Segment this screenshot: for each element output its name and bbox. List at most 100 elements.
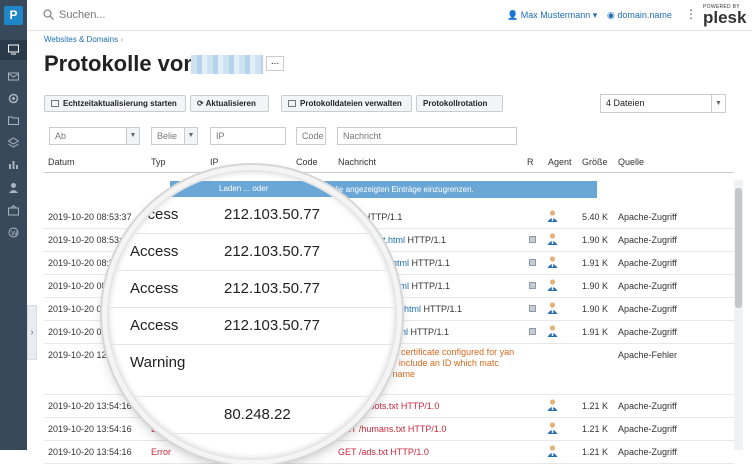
row-r-icon[interactable]	[529, 304, 536, 314]
lens-type: Access	[130, 243, 179, 260]
magnifier-lens: Laden ... oder Access 212.103.50.77 Access…	[107, 170, 397, 460]
agent-icon[interactable]	[547, 279, 558, 293]
row-source: Apache-Fehler	[618, 350, 678, 360]
agent-icon[interactable]	[547, 325, 558, 339]
filter-from[interactable]: Ab ▼	[49, 127, 140, 145]
row-type: Error	[151, 447, 171, 457]
extensions-icon[interactable]	[8, 203, 19, 216]
user-icon[interactable]	[8, 180, 19, 193]
request-protocol: HTTP/1.1	[408, 327, 450, 337]
agent-icon[interactable]	[547, 256, 558, 270]
mail-icon[interactable]	[8, 69, 19, 81]
request-protocol: HTTP/1.1	[421, 304, 463, 314]
redacted-domain	[191, 55, 263, 74]
globe-icon: ◉	[607, 10, 618, 20]
request-link[interactable]: /ads.txt	[359, 447, 388, 457]
table-row[interactable]: 2019-10-20 13:54:16Error80.248.22406GET …	[44, 441, 734, 464]
agent-icon[interactable]	[547, 233, 558, 247]
row-source: Apache-Zugriff	[618, 447, 677, 457]
row-date: 2019-10-20 13:54:16	[48, 447, 132, 457]
row-size: 1.91 K	[582, 327, 609, 337]
row-source: Apache-Zugriff	[618, 424, 677, 434]
row-r-icon[interactable]	[529, 258, 536, 268]
lens-ip: 212.103.50.77	[224, 280, 320, 297]
request-protocol: HTTP/1.1	[409, 281, 451, 291]
lens-row: Access 212.103.50.77	[109, 308, 395, 345]
row-size: 1.21 K	[582, 401, 609, 411]
row-source: Apache-Zugriff	[618, 258, 677, 268]
plesk-logo[interactable]: P	[4, 6, 23, 25]
col-ip[interactable]: IP	[210, 157, 219, 167]
search-input[interactable]: Suchen...	[59, 9, 105, 21]
col-type[interactable]: Typ	[151, 157, 166, 167]
more-menu-icon[interactable]: ⋮	[685, 7, 697, 21]
wordpress-icon[interactable]: W	[8, 225, 19, 238]
left-sidebar: P W	[0, 0, 27, 450]
row-size: 1.90 K	[582, 281, 609, 291]
request-protocol: HTTP/1.0	[405, 424, 447, 434]
col-source[interactable]: Quelle	[618, 157, 644, 167]
header-divider	[44, 172, 734, 173]
manage-logs-button[interactable]: Protokolldateien verwalten	[281, 95, 412, 112]
breadcrumb[interactable]: Websites & Domains ›	[44, 35, 123, 44]
agent-icon[interactable]	[547, 422, 558, 436]
filter-code[interactable]: Code	[296, 127, 326, 145]
col-size[interactable]: Größe	[582, 157, 608, 167]
request-protocol: HTTP/1.0	[398, 401, 440, 411]
lens-row: Access 212.103.50.77	[109, 271, 395, 308]
realtime-button[interactable]: Echtzeitaktualisierung starten	[44, 95, 186, 112]
agent-icon[interactable]	[547, 210, 558, 224]
col-message[interactable]: Nachricht	[338, 157, 376, 167]
top-bar: Suchen... 👤 Max Mustermann ▾ ◉ domain.na…	[27, 0, 752, 31]
scrollbar[interactable]	[734, 180, 743, 450]
row-source: Apache-Zugriff	[618, 304, 677, 314]
gear-icon[interactable]	[8, 91, 19, 104]
row-size: 1.90 K	[582, 235, 609, 245]
col-code[interactable]: Code	[296, 157, 318, 167]
agent-icon[interactable]	[547, 302, 558, 316]
lens-type: Access	[130, 280, 179, 297]
websites-icon[interactable]	[0, 40, 27, 60]
row-size: 1.21 K	[582, 424, 609, 434]
row-message: GET /ads.txt HTTP/1.0	[338, 447, 429, 457]
chevron-down-icon: ▼	[126, 128, 139, 144]
lens-ip: 212.103.50.77	[224, 317, 320, 334]
layers-icon[interactable]	[7, 135, 20, 148]
log-rotation-button[interactable]: Protokollrotation	[416, 95, 503, 112]
domain-menu[interactable]: ◉ domain.name	[607, 10, 672, 21]
filter-ip[interactable]: IP	[210, 127, 286, 145]
scrollbar-thumb[interactable]	[735, 188, 742, 308]
lens-banner: Laden ... oder	[109, 181, 395, 197]
agent-icon[interactable]	[547, 445, 558, 459]
lens-row: Access 212.103.50.77	[109, 197, 395, 234]
sidebar-expand-handle[interactable]: ›	[27, 305, 37, 360]
chevron-down-icon: ▼	[711, 95, 725, 112]
row-r-icon[interactable]	[529, 327, 536, 337]
filter-message[interactable]: Nachricht	[337, 127, 517, 145]
folder-icon[interactable]	[8, 113, 19, 125]
user-menu[interactable]: 👤 Max Mustermann ▾	[507, 10, 597, 21]
filter-type[interactable]: Belie ▼	[151, 127, 198, 145]
more-button[interactable]: ...	[266, 56, 284, 71]
refresh-button[interactable]: ⟳ Aktualisieren	[190, 95, 269, 112]
agent-icon[interactable]	[547, 399, 558, 413]
col-date[interactable]: Datum	[48, 157, 75, 167]
col-r[interactable]: R	[527, 157, 534, 167]
row-size: 5.40 K	[582, 212, 609, 222]
request-protocol: HTTP/1.1	[405, 235, 447, 245]
file-select[interactable]: 4 Dateien ▼	[600, 94, 726, 113]
lens-type: Access	[130, 206, 179, 223]
row-source: Apache-Zugriff	[618, 401, 677, 411]
row-r-icon[interactable]	[529, 235, 536, 245]
stats-icon[interactable]	[8, 157, 19, 169]
lens-row: Access 212.103.50.77	[109, 234, 395, 271]
row-r-icon[interactable]	[529, 281, 536, 291]
row-size: 1.91 K	[582, 258, 609, 268]
monitor-icon	[51, 100, 59, 107]
chevron-down-icon: ▼	[184, 128, 197, 144]
lens-type: Warning	[130, 354, 186, 371]
col-agent[interactable]: Agent	[548, 157, 572, 167]
refresh-icon: ⟳	[197, 99, 206, 108]
page-title: Protokolle von	[44, 51, 197, 76]
lens-type: Access	[130, 317, 179, 334]
